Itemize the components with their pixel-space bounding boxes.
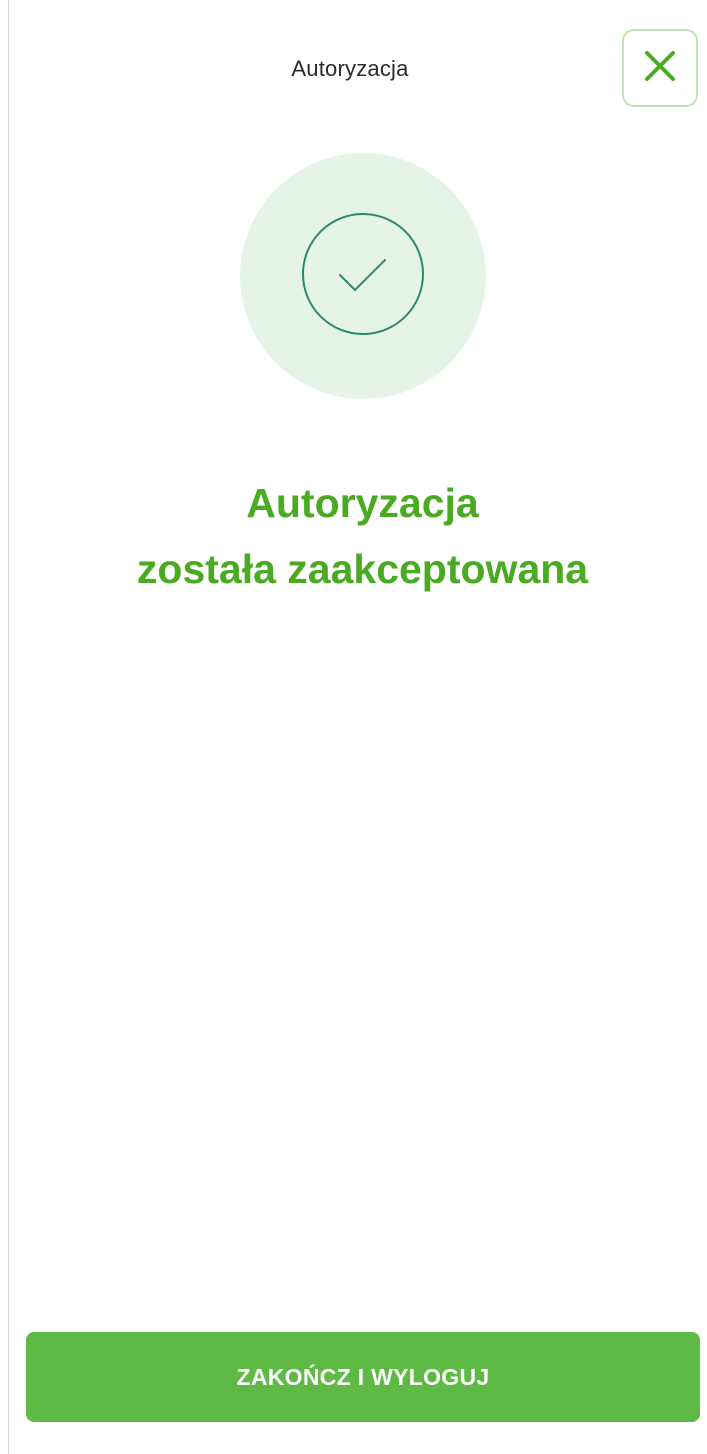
success-illustration [240, 153, 486, 399]
success-heading-line-1: Autoryzacja [246, 480, 479, 526]
window-edge [8, 0, 9, 1454]
checkmark-icon [300, 211, 426, 342]
success-heading-line-2: została zaakceptowana [136, 546, 589, 592]
finish-and-logout-button[interactable]: ZAKOŃCZ I WYLOGUJ [26, 1332, 700, 1422]
close-icon [640, 46, 680, 91]
close-button[interactable] [622, 29, 698, 107]
page-title: Autoryzacja [291, 56, 409, 81]
